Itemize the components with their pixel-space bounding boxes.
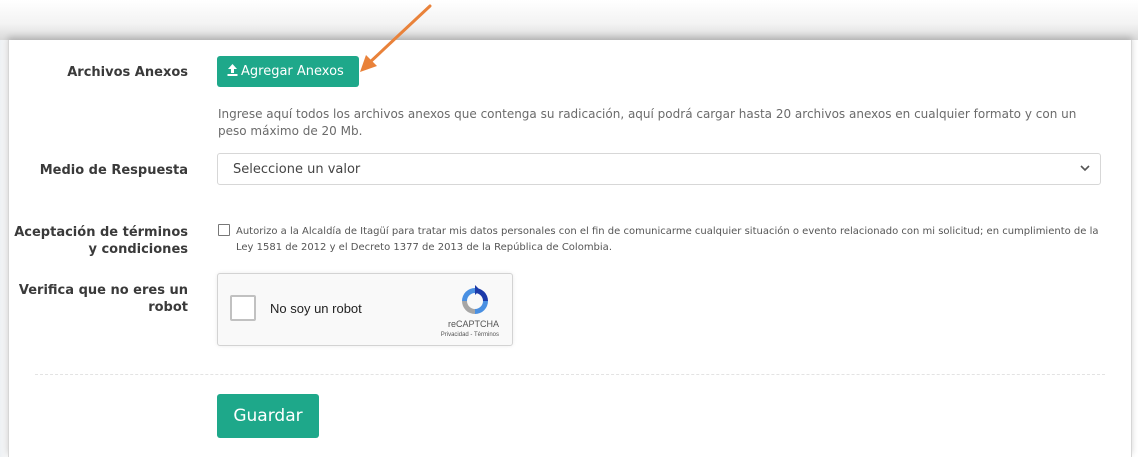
recaptcha-widget: No soy un robot reCAPTCHA Privacidad - T… [217, 273, 513, 346]
terms-text-line1: Autorizo a la Alcaldía de Itagüí para tr… [236, 226, 1099, 237]
robot-label-line1: Verifica que no eres un [18, 283, 188, 298]
attachments-help-text: Ingrese aquí todos los archivos anexos q… [218, 107, 1077, 138]
screenshot-top-shadow [0, 0, 1138, 40]
annotation-arrow [360, 4, 432, 72]
terms-label-line2: y condiciones [88, 242, 188, 257]
robot-label: Verifica que no eres un robot [8, 282, 188, 316]
terms-label: Aceptación de términos y condiciones [8, 224, 188, 258]
response-medium-label: Medio de Respuesta [39, 163, 188, 178]
robot-label-line2: robot [148, 300, 188, 315]
form-divider [35, 374, 1105, 375]
recaptcha-links[interactable]: Privacidad - Términos [441, 332, 499, 338]
terms-consent: Autorizo a la Alcaldía de Itagüí para tr… [218, 224, 1108, 256]
terms-text-line2: Ley 1581 de 2012 y el Decreto 1377 de 20… [236, 242, 612, 253]
background-edge [0, 40, 8, 457]
recaptcha-checkbox[interactable] [230, 295, 256, 321]
recaptcha-text: No soy un robot [270, 301, 362, 316]
add-attachments-label: Agregar Anexos [241, 63, 344, 79]
terms-checkbox[interactable] [218, 224, 230, 236]
recaptcha-logo-icon [458, 284, 492, 318]
chevron-down-icon [1080, 162, 1090, 176]
save-button[interactable]: Guardar [217, 394, 319, 438]
response-medium-selected: Seleccione un valor [233, 162, 361, 177]
anexos-label: Archivos Anexos [67, 65, 188, 80]
response-medium-select[interactable]: Seleccione un valor [217, 153, 1101, 185]
recaptcha-brand: reCAPTCHA [447, 319, 499, 329]
upload-icon [227, 63, 238, 80]
terms-label-line1: Aceptación de términos [14, 225, 188, 240]
add-attachments-button[interactable]: Agregar Anexos [217, 56, 359, 87]
